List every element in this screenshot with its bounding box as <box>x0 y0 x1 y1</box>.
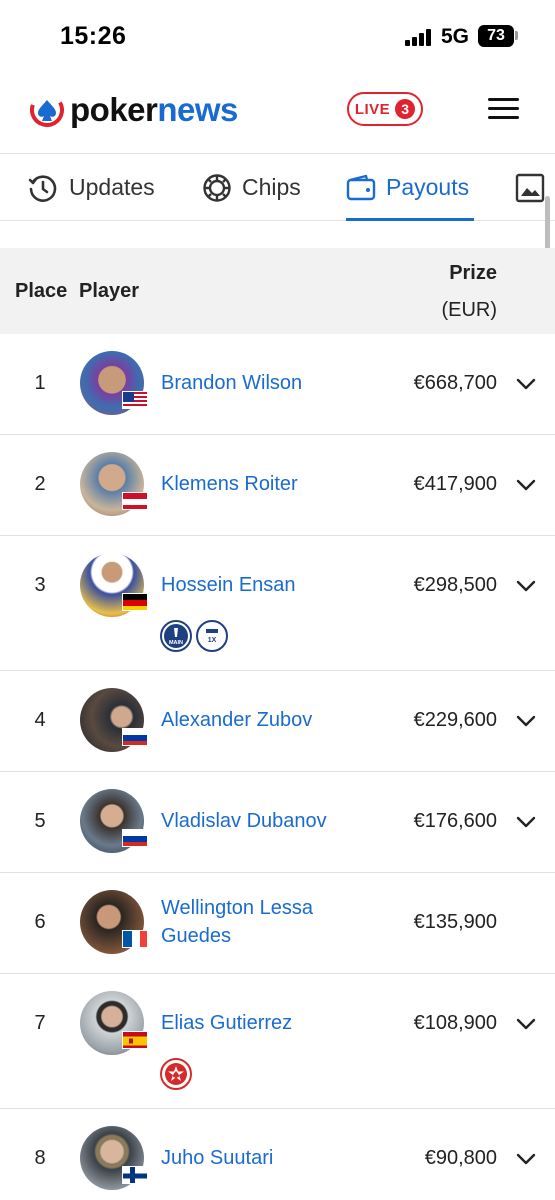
main-event-badge[interactable]: MAIN <box>160 620 192 652</box>
tab-chips[interactable]: Chips <box>202 154 301 221</box>
col-prize-unit: (EUR) <box>441 299 497 321</box>
status-bar: 15:26 5G 73 <box>0 0 555 70</box>
tab-bar: Updates Chips Payouts <box>0 153 555 221</box>
active-tab-indicator <box>346 218 474 221</box>
prize-amount: €298,500 <box>413 574 497 596</box>
app-header: pokernews LIVE 3 <box>0 70 555 150</box>
prize-amount: €135,900 <box>413 911 497 933</box>
table-row[interactable]: 4 Alexander Zubov €229,600 <box>0 671 555 772</box>
place-number: 7 <box>34 1012 46 1034</box>
avatar <box>80 890 148 954</box>
table-header: Place Player Prize (EUR) <box>0 248 555 334</box>
table-row[interactable]: 1 Brandon Wilson €668,700 <box>0 334 555 435</box>
chevron-down-icon[interactable] <box>516 1153 536 1165</box>
hamburger-menu-icon[interactable] <box>488 96 520 122</box>
player-name-link[interactable]: Hossein Ensan <box>161 571 296 599</box>
chevron-down-icon[interactable] <box>516 479 536 491</box>
place-number: 6 <box>34 911 46 933</box>
payouts-list: 1 Brandon Wilson €668,700 2 Klemens Roit… <box>0 334 555 1200</box>
table-row[interactable]: 7 Elias Gutierrez €108,900 <box>0 974 555 1109</box>
logo-text-poker: poker <box>70 91 158 128</box>
badge-main-text: MAIN <box>169 640 183 646</box>
prize-amount: €90,800 <box>424 1147 497 1169</box>
live-label: LIVE <box>354 100 391 118</box>
chevron-down-icon[interactable] <box>516 1018 536 1030</box>
place-number: 5 <box>34 810 46 832</box>
spade-logo-icon <box>30 93 64 127</box>
image-icon <box>515 173 545 202</box>
avatar <box>80 991 148 1055</box>
player-badges <box>160 1058 196 1090</box>
pokernews-logo[interactable]: pokernews <box>30 90 238 130</box>
player-name-link[interactable]: Wellington Lessa Guedes <box>161 894 313 950</box>
player-name-line1: Wellington Lessa <box>161 897 313 919</box>
player-name-link[interactable]: Klemens Roiter <box>161 470 298 498</box>
badge-1x-text: 1X <box>208 637 217 644</box>
avatar <box>80 789 148 853</box>
tab-payouts[interactable]: Payouts <box>346 154 469 221</box>
signal-icon <box>405 28 433 46</box>
player-name-link[interactable]: Vladislav Dubanov <box>161 807 327 835</box>
place-number: 2 <box>34 473 46 495</box>
table-row[interactable]: 5 Vladislav Dubanov €176,600 <box>0 772 555 873</box>
logo-text: pokernews <box>70 91 238 129</box>
player-name-link[interactable]: Alexander Zubov <box>161 706 312 734</box>
place-number: 4 <box>34 709 46 731</box>
clock-history-icon <box>28 174 57 202</box>
flag-us-icon <box>122 391 148 409</box>
flag-ru-icon <box>122 728 148 746</box>
poker-chip-icon <box>203 173 231 202</box>
col-player: Player <box>79 280 140 302</box>
table-row[interactable]: 8 Juho Suutari €90,800 <box>0 1109 555 1200</box>
ept-champion-badge[interactable]: 1X <box>196 620 228 652</box>
flag-ru-icon <box>122 829 148 847</box>
player-name-link[interactable]: Brandon Wilson <box>161 369 302 397</box>
col-prize: Prize <box>449 262 497 284</box>
flag-fr-icon <box>122 930 148 948</box>
avatar <box>80 553 148 617</box>
flag-fi-icon <box>122 1166 148 1184</box>
flag-de-icon <box>122 593 148 611</box>
live-count-badge: 3 <box>395 99 416 119</box>
flag-es-icon <box>122 1031 148 1049</box>
prize-amount: €229,600 <box>413 709 497 731</box>
logo-text-news: news <box>157 91 238 128</box>
avatar <box>80 351 148 415</box>
chevron-down-icon[interactable] <box>516 715 536 727</box>
place-number: 1 <box>34 372 46 394</box>
prize-amount: €417,900 <box>413 473 497 495</box>
place-number: 3 <box>34 574 46 596</box>
network-type: 5G <box>441 25 470 48</box>
player-name-line2: Guedes <box>161 925 232 947</box>
player-name-link[interactable]: Elias Gutierrez <box>161 1009 292 1037</box>
col-place: Place <box>15 280 68 302</box>
prize-amount: €668,700 <box>413 372 497 394</box>
chevron-down-icon[interactable] <box>516 378 536 390</box>
prize-amount: €176,600 <box>413 810 497 832</box>
table-row[interactable]: 3 Hossein Ensan €298,500 MAIN 1X <box>0 536 555 671</box>
place-number: 8 <box>34 1147 46 1169</box>
status-time: 15:26 <box>60 22 127 50</box>
avatar <box>80 452 148 516</box>
tab-updates[interactable]: Updates <box>27 154 155 221</box>
table-row[interactable]: 2 Klemens Roiter €417,900 <box>0 435 555 536</box>
avatar <box>80 688 148 752</box>
tab-payouts-label: Payouts <box>386 174 470 200</box>
chevron-down-icon[interactable] <box>516 816 536 828</box>
battery-icon: 73 <box>478 25 514 47</box>
avatar <box>80 1126 148 1190</box>
table-row[interactable]: 6 Wellington Lessa Guedes €135,900 <box>0 873 555 974</box>
battery-tip <box>515 31 518 40</box>
tab-updates-label: Updates <box>69 174 155 200</box>
flag-at-icon <box>122 492 148 510</box>
pokerstars-badge-icon[interactable] <box>160 1058 192 1090</box>
live-button[interactable]: LIVE 3 <box>347 92 423 126</box>
player-badges: MAIN 1X <box>160 620 232 652</box>
tab-chips-label: Chips <box>242 174 301 200</box>
wallet-icon <box>346 174 376 200</box>
chevron-down-icon[interactable] <box>516 580 536 592</box>
player-name-link[interactable]: Juho Suutari <box>161 1144 273 1172</box>
prize-amount: €108,900 <box>413 1012 497 1034</box>
